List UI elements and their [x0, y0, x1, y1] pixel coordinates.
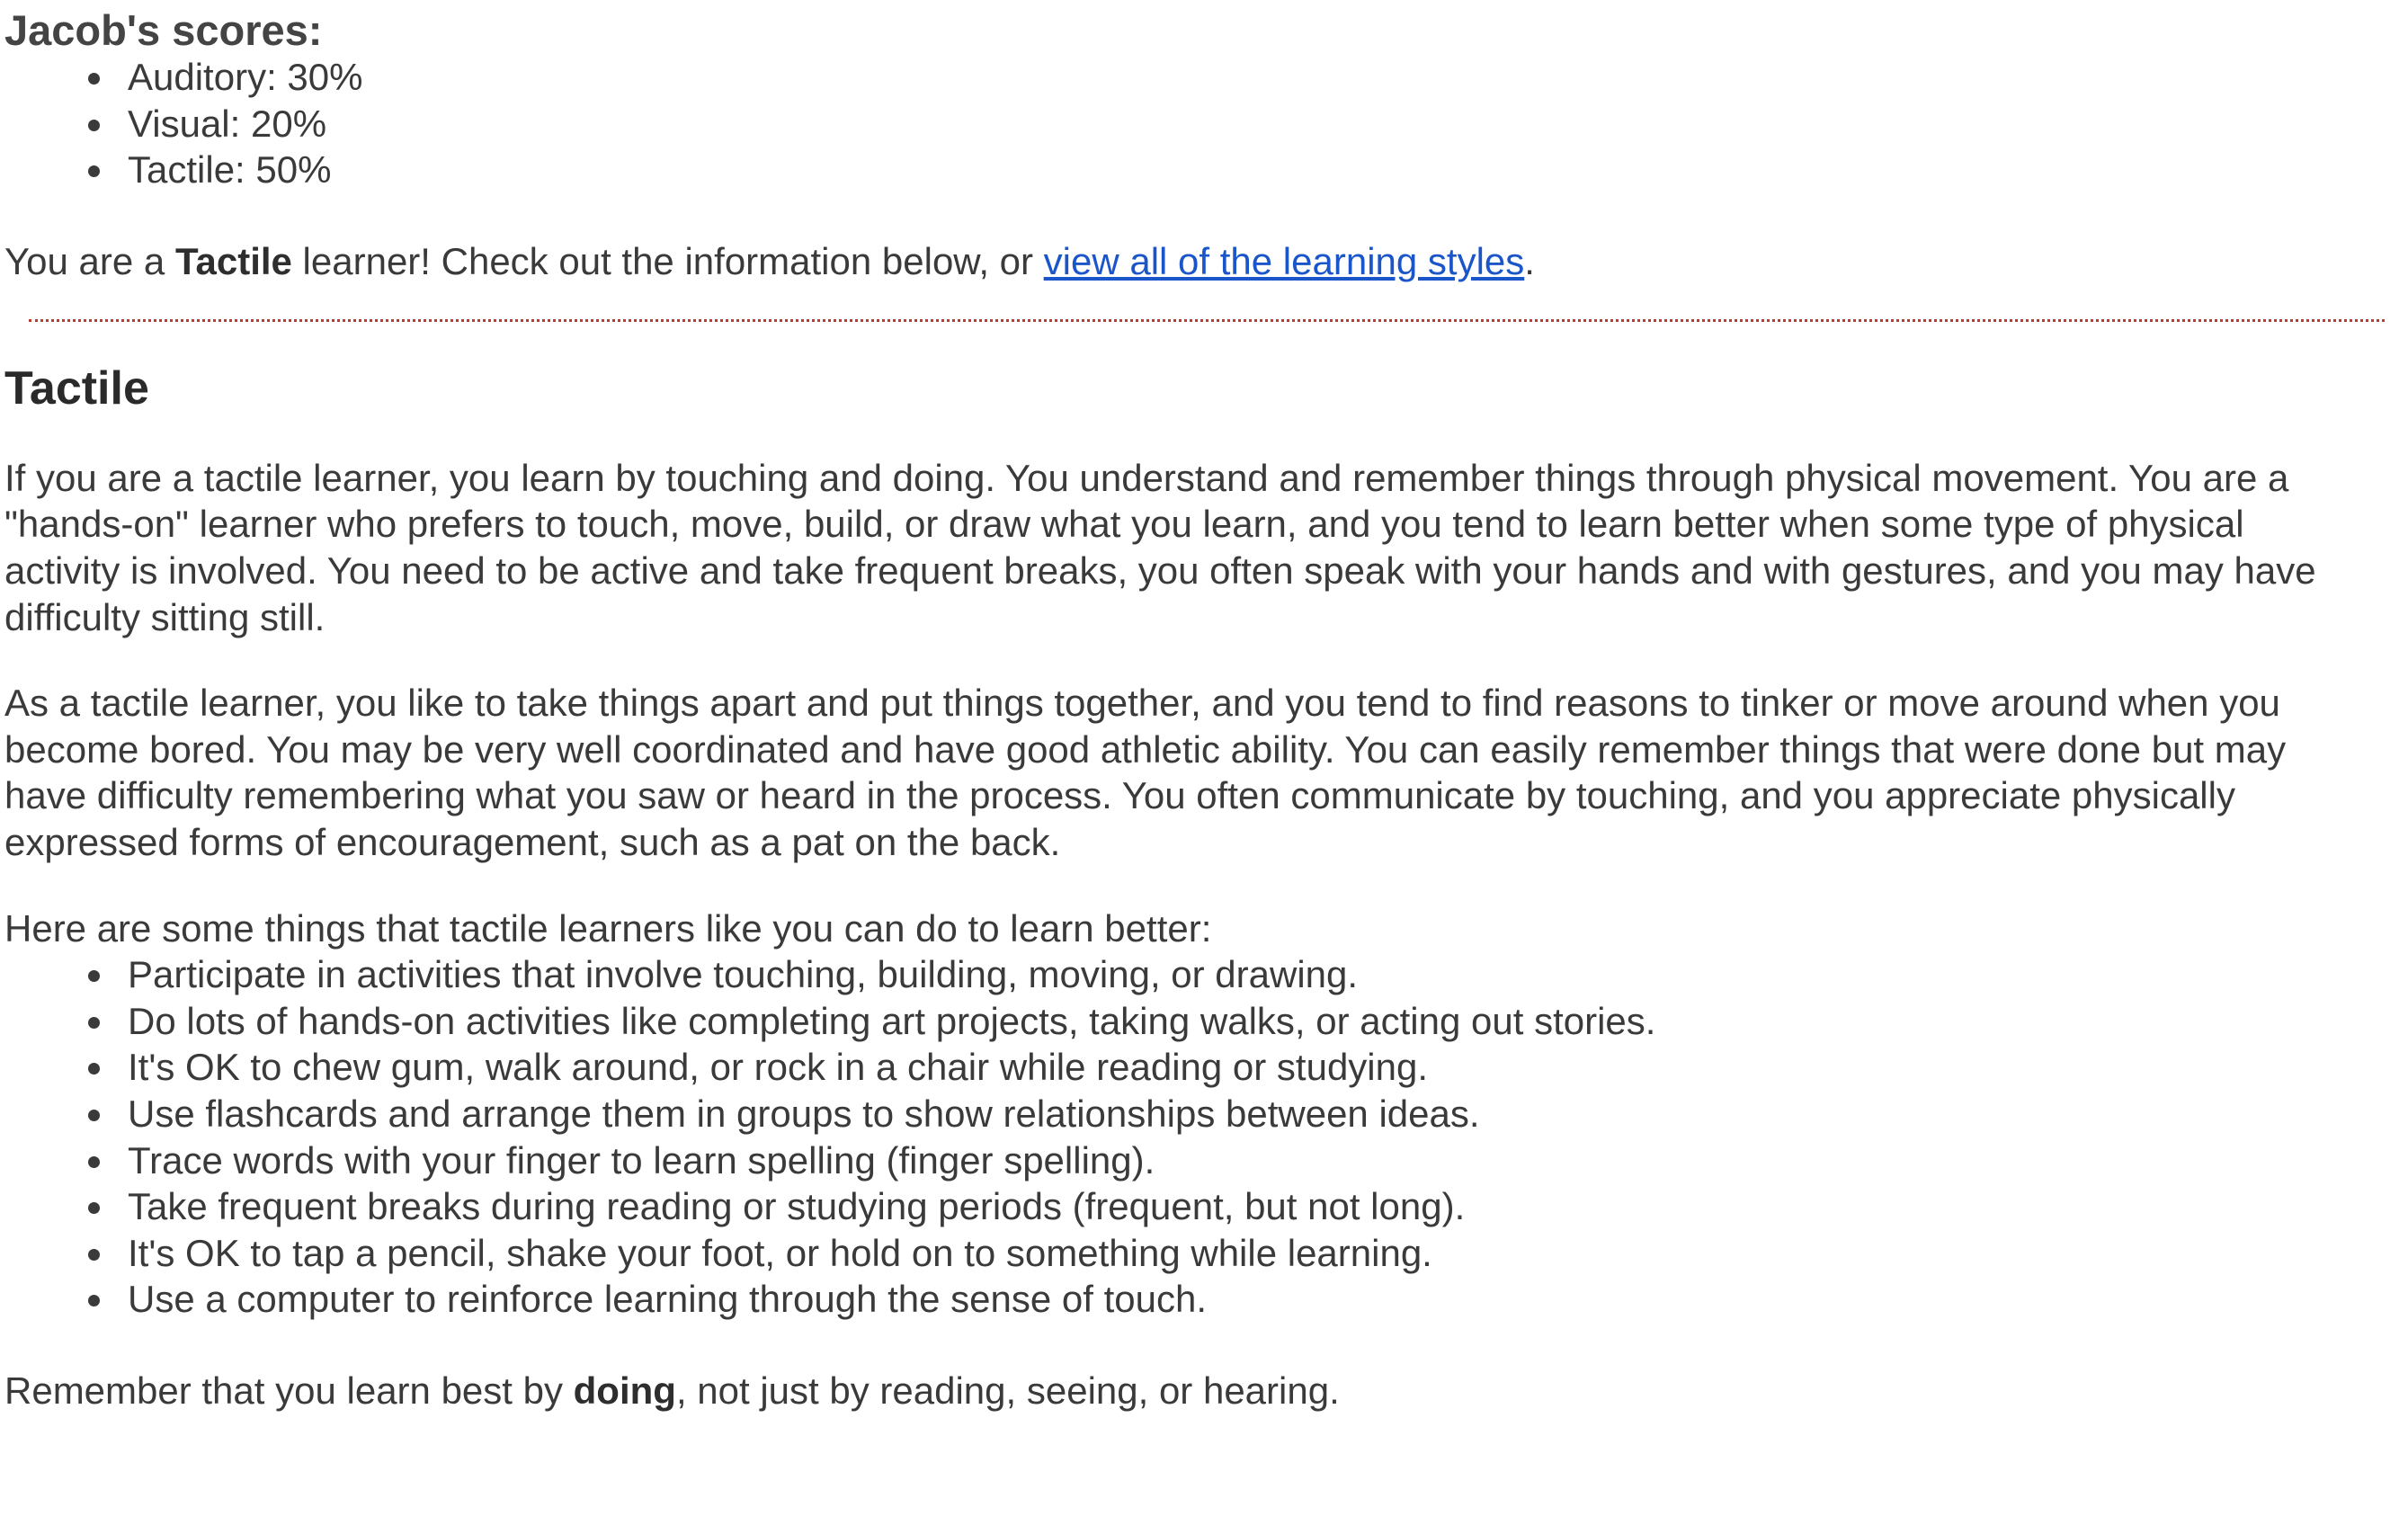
tip-item: Participate in activities that involve t… — [88, 951, 2408, 998]
closing-prefix: Remember that you learn best by — [4, 1369, 574, 1412]
closing-message: Remember that you learn best by doing, n… — [4, 1368, 2408, 1414]
view-all-learning-styles-link[interactable]: view all of the learning styles — [1044, 240, 1525, 282]
tip-item: Use a computer to reinforce learning thr… — [88, 1276, 2408, 1323]
tip-item: Trace words with your finger to learn sp… — [88, 1137, 2408, 1184]
tip-item: Take frequent breaks during reading or s… — [88, 1183, 2408, 1230]
description-paragraph-2: As a tactile learner, you like to take t… — [4, 682, 2287, 863]
section-divider — [28, 318, 2385, 322]
result-prefix: You are a — [4, 239, 175, 282]
description-paragraph-1: If you are a tactile learner, you learn … — [4, 456, 2316, 638]
closing-emphasis: doing — [573, 1369, 676, 1412]
tip-item: Use flashcards and arrange them in group… — [88, 1091, 2408, 1137]
tip-item: It's OK to chew gum, walk around, or roc… — [88, 1044, 2408, 1091]
result-middle: learner! Check out the information below… — [291, 239, 1044, 282]
page: Jacob's scores: Auditory: 30% Visual: 20… — [0, 0, 2408, 1516]
result-message: You are a Tactile learner! Check out the… — [4, 238, 2408, 285]
score-item-tactile: Tactile: 50% — [88, 147, 2408, 193]
score-item-auditory: Auditory: 30% — [88, 54, 2408, 101]
scores-list: Auditory: 30% Visual: 20% Tactile: 50% — [4, 54, 2408, 193]
tip-item: Do lots of hands-on activities like comp… — [88, 998, 2408, 1045]
section-title: Tactile — [4, 361, 149, 415]
score-item-visual: Visual: 20% — [88, 101, 2408, 147]
tips-intro: Here are some things that tactile learne… — [4, 906, 1212, 950]
closing-suffix: , not just by reading, seeing, or hearin… — [675, 1369, 1340, 1412]
tips-list: Participate in activities that involve t… — [4, 951, 2408, 1323]
scores-title: Jacob's scores: — [4, 6, 323, 54]
result-style: Tactile — [174, 239, 292, 282]
tip-item: It's OK to tap a pencil, shake your foot… — [88, 1230, 2408, 1277]
result-suffix: . — [1524, 239, 1535, 282]
